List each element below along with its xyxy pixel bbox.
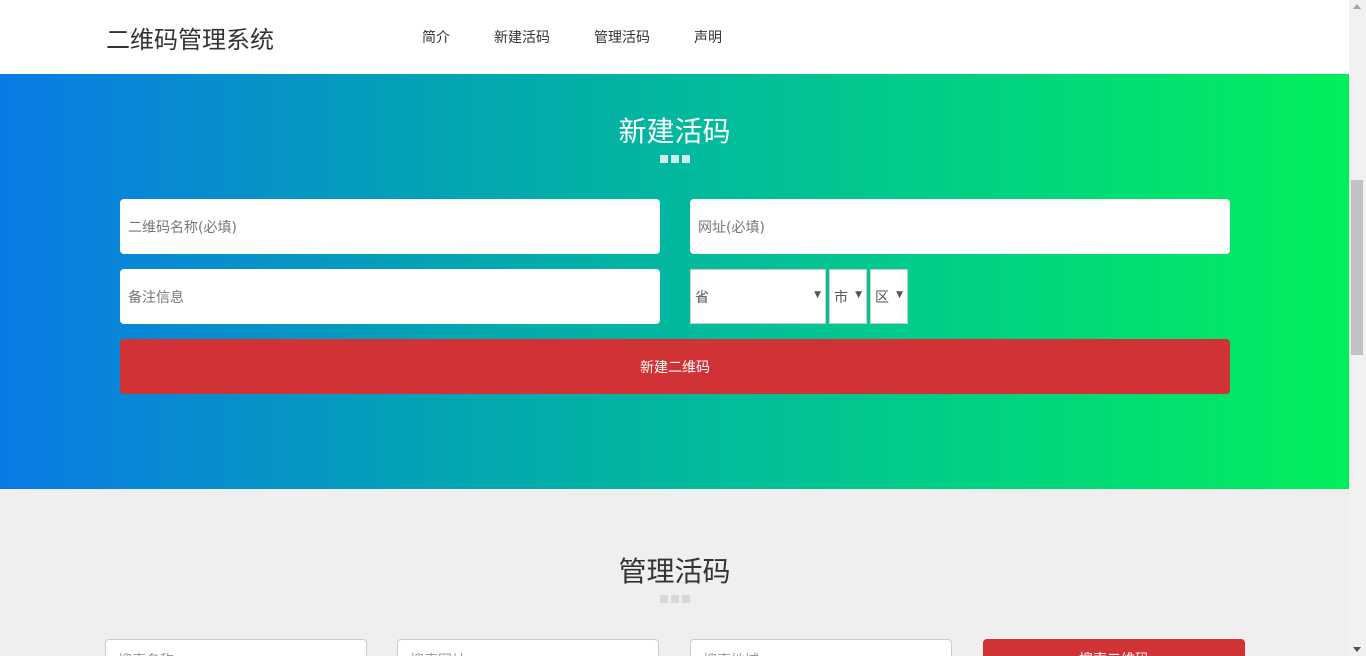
header: 二维码管理系统 简介 新建活码 管理活码 声明 xyxy=(0,0,1349,74)
scroll-thumb[interactable] xyxy=(1351,180,1363,355)
district-value: 区 xyxy=(875,289,889,306)
note-input[interactable]: 备注信息 xyxy=(120,269,660,324)
search-qr-button[interactable]: 搜索二维码 xyxy=(983,639,1245,656)
search-region-input[interactable]: 搜索地域 xyxy=(690,639,952,656)
qr-name-input[interactable]: 二维码名称(必填) xyxy=(120,199,660,254)
nav-manage[interactable]: 管理活码 xyxy=(572,27,672,47)
dropdown-arrow-icon: ▼ xyxy=(855,290,862,300)
nav-create[interactable]: 新建活码 xyxy=(472,27,572,47)
dropdown-arrow-icon: ▼ xyxy=(896,290,903,300)
url-input[interactable]: 网址(必填) xyxy=(690,199,1230,254)
title-divider xyxy=(0,595,1349,603)
scroll-down-icon[interactable] xyxy=(1353,647,1361,652)
district-select[interactable]: 区 ▼ xyxy=(870,269,908,324)
site-brand[interactable]: 二维码管理系统 xyxy=(106,20,274,55)
create-title: 新建活码 xyxy=(618,115,731,148)
title-divider xyxy=(0,155,1349,163)
main-nav: 简介 新建活码 管理活码 声明 xyxy=(400,0,744,74)
manage-title: 管理活码 xyxy=(618,555,731,588)
province-value: 省 xyxy=(695,289,709,306)
province-select[interactable]: 省 ▼ xyxy=(690,269,826,324)
vertical-scrollbar[interactable] xyxy=(1349,0,1366,656)
create-section: 新建活码 二维码名称(必填) 网址(必填) 备注信息 省 ▼ 市 ▼ 区 ▼ 新… xyxy=(0,74,1349,489)
dropdown-arrow-icon: ▼ xyxy=(814,290,821,300)
nav-intro[interactable]: 简介 xyxy=(400,27,472,47)
scroll-up-icon[interactable] xyxy=(1353,4,1361,9)
search-name-input[interactable]: 搜索名称 xyxy=(105,639,367,656)
create-qr-button[interactable]: 新建二维码 xyxy=(120,339,1230,394)
city-select[interactable]: 市 ▼ xyxy=(829,269,867,324)
search-url-input[interactable]: 搜索网址 xyxy=(397,639,659,656)
city-value: 市 xyxy=(834,289,848,306)
page: 二维码管理系统 简介 新建活码 管理活码 声明 新建活码 二维码名称(必填) 网… xyxy=(0,0,1349,656)
nav-statement[interactable]: 声明 xyxy=(672,27,744,47)
